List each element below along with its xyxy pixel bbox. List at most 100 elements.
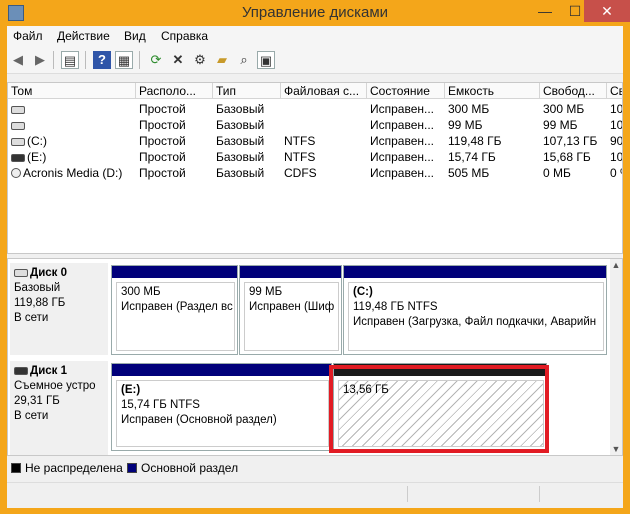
client-area: Файл Действие Вид Справка ◀ ▶ ▤ ? ▦ ⟳ ✕ … xyxy=(7,26,623,508)
disk-name: Диск 1 xyxy=(30,365,68,377)
partition-size: 300 МБ xyxy=(121,286,161,298)
volume-name: Acronis Media (D:) xyxy=(23,166,123,180)
column-header-percent-free[interactable]: Сво xyxy=(607,83,622,99)
column-header-status[interactable]: Состояние xyxy=(367,83,445,99)
title-bar[interactable]: Управление дисками — ☐ ✕ xyxy=(0,0,630,26)
disk-type: Съемное устро xyxy=(14,380,96,392)
primary-legend-label: Основной раздел xyxy=(141,461,239,475)
partition-status: Исправен (Загрузка, Файл подкачки, Авари… xyxy=(353,316,597,328)
disk-view-vertical-scrollbar[interactable]: ▲ ▼ xyxy=(610,259,622,455)
partition-details: (C:) 119,48 ГБ NTFS Исправен (Загрузка, … xyxy=(348,282,604,351)
properties-icon[interactable]: ▦ xyxy=(115,51,133,69)
removable-drive-icon xyxy=(11,154,25,162)
table-row[interactable]: Простой Базовый Исправен... 99 МБ 99 МБ … xyxy=(8,117,622,133)
table-row[interactable]: (C:) Простой Базовый NTFS Исправен... 11… xyxy=(8,133,623,149)
partition-status: Исправен (Шиф xyxy=(249,301,335,313)
menu-action[interactable]: Действие xyxy=(57,29,110,43)
column-header-layout[interactable]: Располо... xyxy=(136,83,213,99)
percent-free-cell: 90 xyxy=(610,134,623,148)
partition-size: 15,74 ГБ NTFS xyxy=(121,399,200,411)
partition-size: 119,48 ГБ NTFS xyxy=(353,301,438,313)
export-icon[interactable]: ▣ xyxy=(257,51,275,69)
back-arrow-icon[interactable]: ◀ xyxy=(9,51,27,69)
free-space-cell: 0 МБ xyxy=(543,166,571,180)
help-icon[interactable]: ? xyxy=(93,51,111,69)
layout-cell: Простой xyxy=(139,134,186,148)
partition-disk0-2[interactable]: 99 МБ Исправен (Шиф xyxy=(239,265,342,355)
column-header-type[interactable]: Тип xyxy=(213,83,281,99)
volume-cell: (C:) xyxy=(8,133,136,149)
status-cell: Исправен... xyxy=(370,166,435,180)
layout-cell: Простой xyxy=(139,118,186,132)
toolbar-separator xyxy=(53,51,54,69)
disk-type: Базовый xyxy=(14,282,61,294)
delete-icon[interactable]: ✕ xyxy=(169,51,187,69)
table-row[interactable]: (E:) Простой Базовый NTFS Исправен... 15… xyxy=(8,149,623,165)
filesystem-cell: CDFS xyxy=(284,166,317,180)
drive-icon xyxy=(11,106,25,114)
percent-free-cell: 100 xyxy=(610,150,623,164)
column-header-capacity[interactable]: Емкость xyxy=(445,83,540,99)
partition-type-bar xyxy=(240,266,341,278)
scroll-down-icon[interactable]: ▼ xyxy=(610,443,622,455)
toolbar: ◀ ▶ ▤ ? ▦ ⟳ ✕ ⚙ ▰ ⌕ ▣ xyxy=(7,46,623,74)
column-header-free-space[interactable]: Свобод... xyxy=(540,83,607,99)
partition-type-bar xyxy=(112,364,331,376)
partition-disk1-e[interactable]: (E:) 15,74 ГБ NTFS Исправен (Основной ра… xyxy=(111,363,332,451)
capacity-cell: 505 МБ xyxy=(448,166,490,180)
minimize-button[interactable]: — xyxy=(530,0,560,22)
volume-cell: Acronis Media (D:) xyxy=(8,165,136,181)
column-header-volume[interactable]: Том xyxy=(8,83,136,99)
open-folder-icon[interactable]: ▰ xyxy=(213,51,231,69)
filesystem-cell xyxy=(281,101,367,117)
disk-state: В сети xyxy=(14,410,49,422)
table-row[interactable]: Простой Базовый Исправен... 300 МБ 300 М… xyxy=(8,101,622,117)
partition-status: Исправен (Раздел вс xyxy=(121,301,233,313)
disk-1-name-row: Диск 1 xyxy=(14,364,104,379)
partition-label: (E:) xyxy=(121,384,141,396)
volume-cell xyxy=(8,117,136,133)
unallocated-legend-label: Не распределена xyxy=(25,461,123,475)
type-cell: Базовый xyxy=(216,166,265,180)
menu-view[interactable]: Вид xyxy=(124,29,146,43)
drive-icon xyxy=(11,122,25,130)
capacity-cell: 300 МБ xyxy=(448,102,490,116)
status-bar xyxy=(7,482,623,504)
partition-disk0-c[interactable]: (C:) 119,48 ГБ NTFS Исправен (Загрузка, … xyxy=(343,265,607,355)
disk-name: Диск 0 xyxy=(30,267,68,279)
removable-disk-icon xyxy=(14,367,28,375)
settings-icon[interactable]: ⚙ xyxy=(191,51,209,69)
menu-help[interactable]: Справка xyxy=(161,29,208,43)
status-cell: Исправен... xyxy=(370,134,435,148)
console-tree-icon[interactable]: ▤ xyxy=(61,51,79,69)
primary-legend-swatch xyxy=(127,463,137,473)
hard-disk-icon xyxy=(14,269,28,277)
disk-state: В сети xyxy=(14,312,49,324)
disk-0-info[interactable]: Диск 0 Базовый 119,88 ГБ В сети xyxy=(10,263,108,355)
toolbar-separator xyxy=(85,51,86,69)
status-cell: Исправен... xyxy=(370,150,435,164)
partition-disk0-1[interactable]: 300 МБ Исправен (Раздел вс xyxy=(111,265,238,355)
menu-file[interactable]: Файл xyxy=(13,29,43,43)
disk-1-info[interactable]: Диск 1 Съемное устро 29,31 ГБ В сети xyxy=(10,361,108,455)
scroll-up-icon[interactable]: ▲ xyxy=(610,259,622,271)
type-cell: Базовый xyxy=(216,118,265,132)
refresh-icon[interactable]: ⟳ xyxy=(147,51,165,69)
partition-details: 300 МБ Исправен (Раздел вс xyxy=(116,282,235,351)
close-button[interactable]: ✕ xyxy=(584,0,630,22)
free-space-cell: 107,13 ГБ xyxy=(543,134,598,148)
capacity-cell: 99 МБ xyxy=(448,118,483,132)
layout-cell: Простой xyxy=(139,102,186,116)
partition-size: 99 МБ xyxy=(249,286,283,298)
volume-cell xyxy=(8,101,136,117)
search-icon[interactable]: ⌕ xyxy=(235,51,253,69)
table-row[interactable]: Acronis Media (D:) Простой Базовый CDFS … xyxy=(8,165,622,181)
status-cell: Исправен... xyxy=(370,102,435,116)
legend: Не распределена Основной раздел xyxy=(7,458,623,480)
column-header-filesystem[interactable]: Файловая с... xyxy=(281,83,367,99)
free-space-cell: 300 МБ xyxy=(543,102,585,116)
toolbar-separator xyxy=(139,51,140,69)
forward-arrow-icon[interactable]: ▶ xyxy=(31,51,49,69)
disk-management-window: Управление дисками — ☐ ✕ Файл Действие В… xyxy=(0,0,630,514)
status-cell: Исправен... xyxy=(370,118,435,132)
